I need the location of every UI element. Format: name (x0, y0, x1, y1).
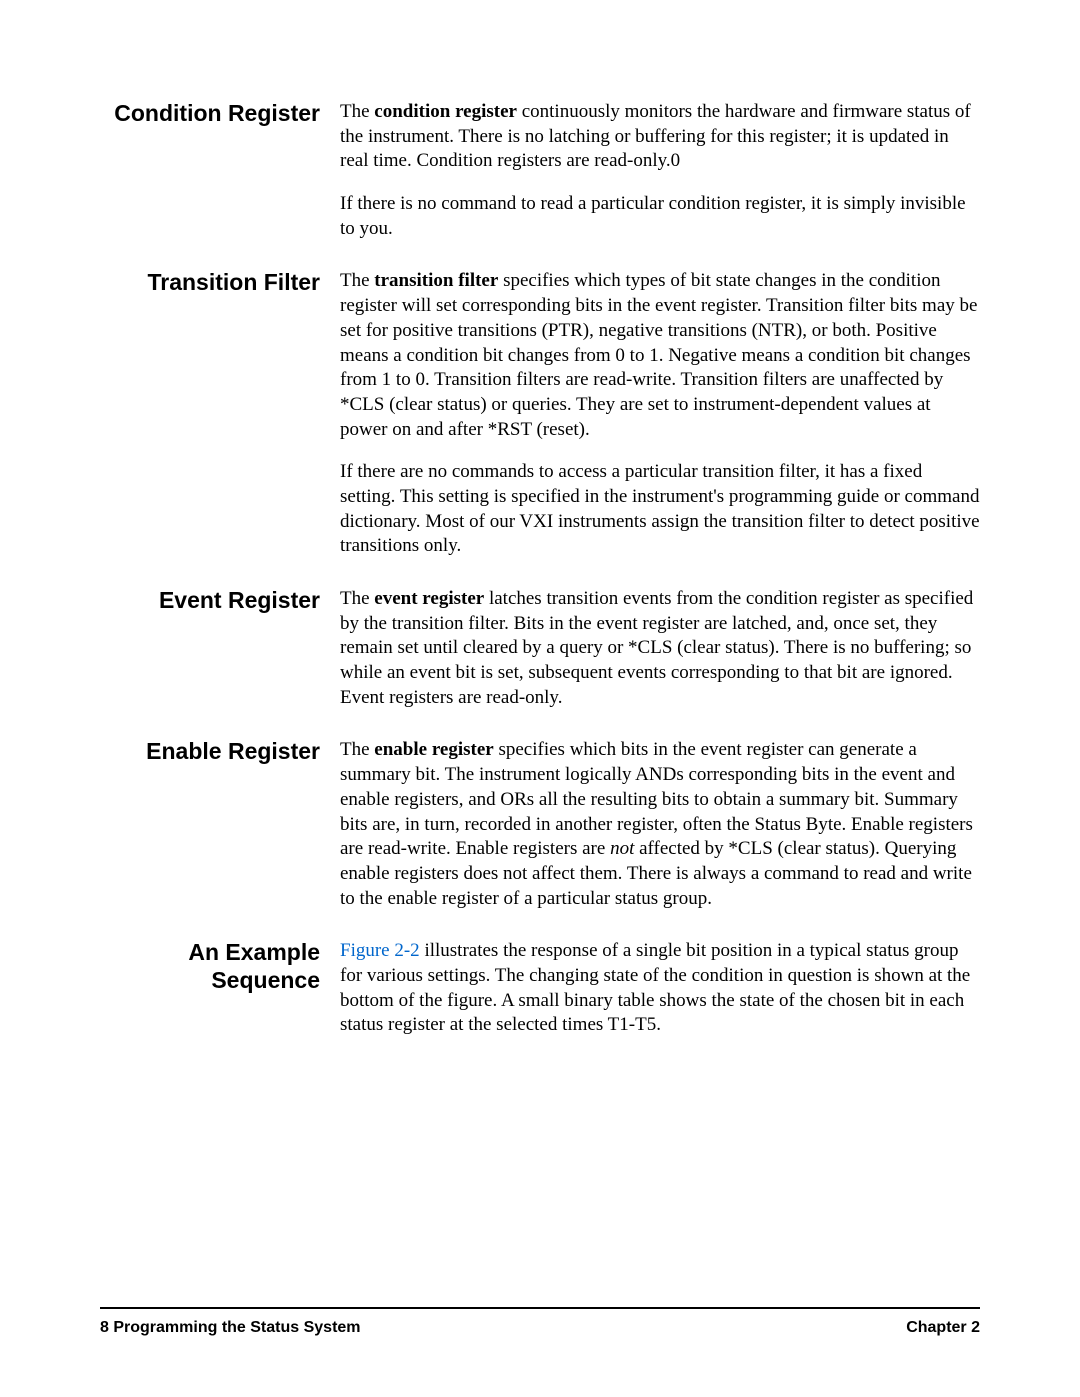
term-enable-register: enable register (374, 739, 493, 760)
body-example-sequence: Figure 2-2 illustrates the response of a… (340, 939, 980, 1038)
page-number: 8 (100, 1319, 109, 1336)
body-condition-register: The condition register continuously moni… (340, 100, 980, 241)
term-transition-filter: transition filter (374, 270, 498, 291)
term-condition-register: condition register (374, 101, 517, 122)
paragraph: If there are no commands to access a par… (340, 460, 980, 559)
section-transition-filter: Transition Filter The transition filter … (100, 269, 980, 559)
section-example-sequence: An Example Sequence Figure 2-2 illustrat… (100, 939, 980, 1038)
footer-left: 8 Programming the Status System (100, 1319, 361, 1337)
heading-example-sequence: An Example Sequence (100, 939, 340, 1038)
term-event-register: event register (374, 588, 484, 609)
footer-title: Programming the Status System (109, 1319, 361, 1336)
heading-condition-register: Condition Register (100, 100, 340, 241)
body-event-register: The event register latches transition ev… (340, 587, 980, 710)
heading-enable-register: Enable Register (100, 738, 340, 911)
page-footer: 8 Programming the Status System Chapter … (100, 1307, 980, 1337)
footer-right: Chapter 2 (906, 1319, 980, 1337)
figure-reference-link[interactable]: Figure 2-2 (340, 940, 420, 961)
paragraph: Figure 2-2 illustrates the response of a… (340, 939, 980, 1038)
heading-event-register: Event Register (100, 587, 340, 710)
heading-transition-filter: Transition Filter (100, 269, 340, 559)
paragraph: If there is no command to read a particu… (340, 192, 980, 241)
page-content: Condition Register The condition registe… (0, 0, 1080, 1126)
section-event-register: Event Register The event register latche… (100, 587, 980, 710)
paragraph: The condition register continuously moni… (340, 100, 980, 174)
paragraph: The transition filter specifies which ty… (340, 269, 980, 442)
section-condition-register: Condition Register The condition registe… (100, 100, 980, 241)
body-enable-register: The enable register specifies which bits… (340, 738, 980, 911)
emphasis-not: not (610, 838, 634, 859)
paragraph: The enable register specifies which bits… (340, 738, 980, 911)
body-transition-filter: The transition filter specifies which ty… (340, 269, 980, 559)
section-enable-register: Enable Register The enable register spec… (100, 738, 980, 911)
paragraph: The event register latches transition ev… (340, 587, 980, 710)
